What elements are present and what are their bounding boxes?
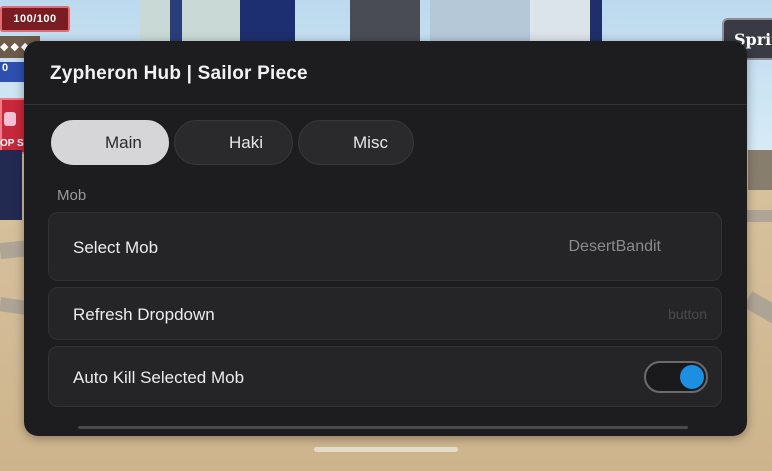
- window-title: Zypheron Hub | Sailor Piece: [50, 63, 308, 84]
- tab-misc-label: Misc: [353, 132, 388, 152]
- scrollbar[interactable]: [78, 426, 688, 429]
- building: [240, 0, 295, 45]
- auto-kill-row: Auto Kill Selected Mob: [48, 346, 722, 407]
- building: [530, 0, 590, 45]
- tab-haki-label: Haki: [229, 132, 264, 152]
- building: [140, 0, 240, 45]
- tab-haki[interactable]: Haki: [174, 120, 293, 165]
- op-label: OP S: [0, 138, 24, 149]
- tab-main-label: Main: [105, 132, 142, 152]
- building: [350, 0, 420, 45]
- building: [748, 150, 772, 190]
- hub-window: Zypheron Hub | Sailor Piece Main Haki Mi…: [24, 41, 747, 436]
- title-divider: [24, 104, 747, 105]
- selected-mob-value: DesertBandit: [568, 238, 662, 255]
- building-stripe: [590, 0, 602, 45]
- building: [430, 0, 530, 45]
- gift-icon: [4, 112, 16, 126]
- auto-kill-toggle[interactable]: [644, 361, 708, 393]
- auto-kill-label: Auto Kill Selected Mob: [73, 368, 245, 387]
- side-panel-edge: [0, 150, 22, 220]
- tab-bar: Main Haki Misc: [51, 120, 414, 165]
- path-stripe: [745, 210, 772, 222]
- hp-bar: 100/100: [0, 6, 70, 32]
- tab-misc[interactable]: Misc: [298, 120, 414, 165]
- button-hint: button: [668, 306, 707, 322]
- section-label-mob: Mob: [57, 187, 87, 204]
- level-bar: 0: [0, 62, 26, 82]
- building-stripe: [170, 0, 182, 45]
- select-mob-dropdown[interactable]: Select Mob DesertBandit: [48, 212, 722, 281]
- refresh-dropdown-label: Refresh Dropdown: [73, 305, 215, 324]
- home-indicator: [314, 447, 458, 452]
- toggle-knob: [680, 365, 704, 389]
- select-mob-label: Select Mob: [73, 238, 159, 257]
- refresh-dropdown-button[interactable]: Refresh Dropdown button: [48, 287, 722, 340]
- tab-main[interactable]: Main: [51, 120, 169, 165]
